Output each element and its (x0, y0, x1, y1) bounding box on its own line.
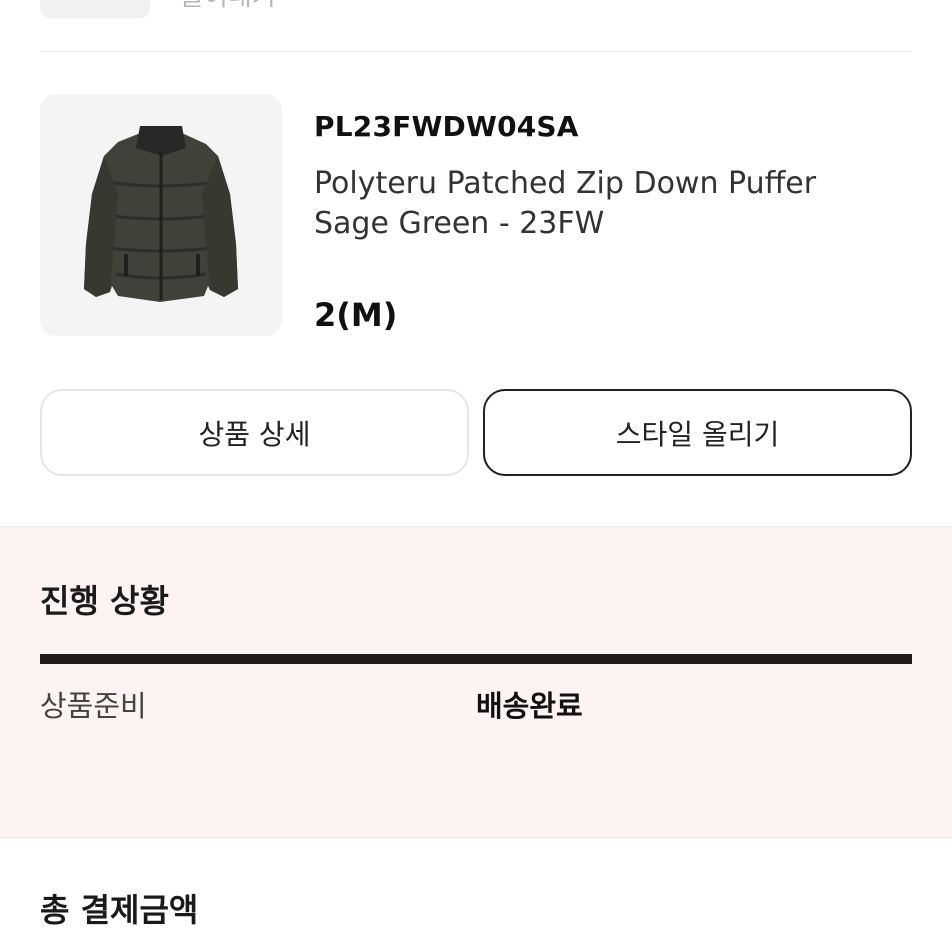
section-divider (0, 837, 952, 838)
previous-item-text: 쓸어내기 (180, 0, 276, 10)
product-code: PL23FWDW04SA (314, 110, 579, 143)
product-name-line-2: Sage Green - 23FW (314, 206, 605, 241)
product-name: Polyteru Patched Zip Down Puffer Sage Gr… (314, 164, 914, 244)
divider (40, 51, 912, 52)
product-image[interactable] (40, 94, 282, 336)
product-size: 2(M) (314, 296, 398, 334)
upload-style-button[interactable]: 스타일 올리기 (483, 389, 912, 476)
progress-step-preparing: 상품준비 (40, 689, 147, 723)
progress-bar-fill (40, 654, 912, 664)
previous-item-thumbnail (40, 0, 150, 18)
progress-step-delivered: 배송완료 (476, 689, 583, 723)
product-name-line-1: Polyteru Patched Zip Down Puffer (314, 166, 817, 201)
product-detail-button[interactable]: 상품 상세 (40, 389, 469, 476)
previous-item-row: 쓸어내기 (0, 0, 952, 52)
progress-title: 진행 상황 (40, 582, 169, 620)
total-payment-title: 총 결제금액 (40, 891, 199, 929)
puffer-jacket-image (84, 126, 238, 302)
progress-bar (40, 654, 912, 664)
progress-section (0, 527, 952, 837)
